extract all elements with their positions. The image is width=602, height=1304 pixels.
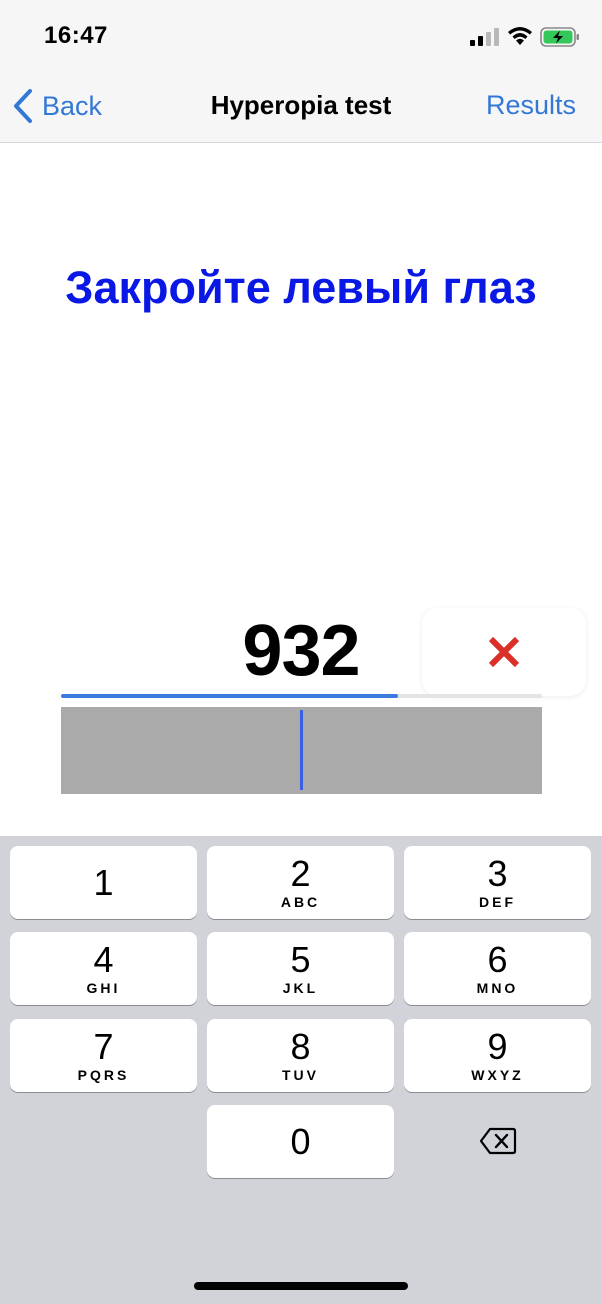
key-letters: JKL <box>282 980 319 996</box>
key-4[interactable]: 4 GHI <box>10 932 197 1005</box>
key-digit: 6 <box>487 939 508 980</box>
progress-fill <box>61 694 398 698</box>
key-digit: 4 <box>93 939 114 980</box>
key-8[interactable]: 8 TUV <box>207 1019 394 1092</box>
progress-bar <box>61 694 542 698</box>
key-7[interactable]: 7 PQRS <box>10 1019 197 1092</box>
key-letters: ABC <box>280 894 321 910</box>
key-digit: 5 <box>290 939 311 980</box>
key-1[interactable]: 1 <box>10 846 197 919</box>
key-6[interactable]: 6 MNO <box>404 932 591 1005</box>
key-2[interactable]: 2 ABC <box>207 846 394 919</box>
key-digit: 2 <box>290 853 311 894</box>
slider-marker[interactable] <box>300 710 303 790</box>
status-bar: 16:47 <box>0 0 602 70</box>
key-letters: PQRS <box>77 1067 130 1083</box>
signal-icon <box>470 28 499 46</box>
key-digit: 0 <box>290 1121 311 1162</box>
results-button[interactable]: Results <box>486 90 576 121</box>
status-time: 16:47 <box>44 22 108 49</box>
key-3[interactable]: 3 DEF <box>404 846 591 919</box>
wifi-icon <box>508 27 532 45</box>
key-digit: 8 <box>290 1026 311 1067</box>
key-digit: 3 <box>487 853 508 894</box>
close-icon <box>488 636 520 668</box>
navigation-bar: Back Hyperopia test Results <box>0 70 602 143</box>
key-digit: 9 <box>487 1026 508 1067</box>
home-indicator <box>194 1282 408 1290</box>
instruction-text: Закройте левый глаз <box>65 262 537 313</box>
battery-charging-icon <box>540 27 579 47</box>
delete-key[interactable] <box>404 1104 591 1177</box>
key-5[interactable]: 5 JKL <box>207 932 394 1005</box>
key-letters: TUV <box>282 1067 319 1083</box>
key-letters: GHI <box>86 980 121 996</box>
key-digit: 7 <box>93 1026 114 1067</box>
key-letters: MNO <box>476 980 519 996</box>
slider-track[interactable] <box>61 707 542 794</box>
key-0[interactable]: 0 <box>207 1105 394 1178</box>
key-9[interactable]: 9 WXYZ <box>404 1019 591 1092</box>
key-letters: WXYZ <box>471 1067 524 1083</box>
key-digit: 1 <box>93 862 114 903</box>
clear-button[interactable] <box>422 608 586 696</box>
numeric-keypad: 1 2 ABC 3 DEF 4 GHI 5 JKL 6 MNO 7 PQRS 8… <box>0 836 602 1304</box>
backspace-icon <box>479 1127 516 1154</box>
key-letters: DEF <box>479 894 516 910</box>
